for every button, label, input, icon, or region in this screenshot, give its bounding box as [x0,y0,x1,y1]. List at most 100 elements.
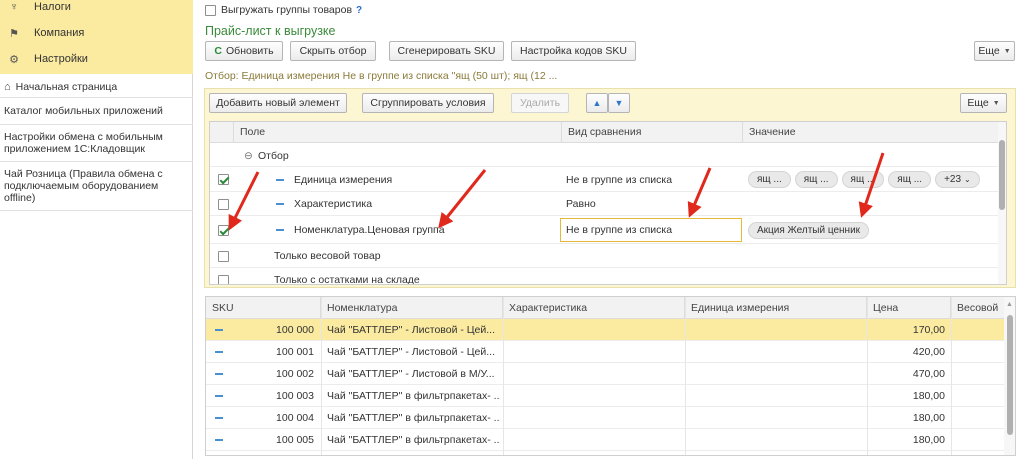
arrow-down-icon: ▼ [614,98,624,108]
filter-row-comparison[interactable]: Не в группе из списка [566,167,672,192]
filter-row-field: Характеристика [276,192,372,216]
move-down-button[interactable]: ▼ [608,93,630,113]
refresh-icon: C [214,45,223,57]
filter-row[interactable]: Характеристика Равно [210,192,998,216]
table-row[interactable]: 100 003 Чай "БАТТЛЕР" в фильтрпакетах- ..… [206,385,1004,407]
filter-scrollbar-thumb[interactable] [999,140,1005,210]
filter-row[interactable]: Единица измерения Не в группе из списка … [210,167,998,192]
col-header-sku[interactable]: SKU [206,297,321,319]
filter-group-label: Отбор [258,149,289,162]
generate-sku-button[interactable]: Сгенерировать SKU [389,41,504,61]
cell-characteristic [509,363,681,384]
filter-header-comparison[interactable]: Вид сравнения [562,122,743,143]
refresh-label: Обновить [226,45,274,57]
move-up-button[interactable]: ▲ [586,93,608,113]
sidebar-home-label: Начальная страница [15,80,118,93]
table-row[interactable]: 100 001 Чай "БАТТЛЕР" - Листовой - Цей...… [206,341,1004,363]
filter-header-field[interactable]: Поле [234,122,562,143]
filter-row-check-cell [218,216,229,244]
cell-characteristic [509,319,681,340]
row-marker-icon [215,429,225,450]
cell-unit [691,363,863,384]
filter-row-checkbox[interactable] [218,224,229,236]
filter-row-checkbox[interactable] [218,250,229,262]
filter-header-check [210,122,234,143]
cell-name: Чай "БАТТЛЕР" в фильтрпакетах- ... [327,411,499,424]
add-element-button[interactable]: Добавить новый элемент [209,93,347,113]
filter-row-comparison-editing[interactable]: Не в группе из списка [560,218,742,242]
cell-name: Чай "БАТТЛЕР" в фильтрпакетах- ... [327,389,499,402]
filter-extra-label: Только весовой товар [274,250,381,262]
hide-filter-button[interactable]: Скрыть отбор [290,41,376,61]
scroll-up-icon[interactable]: ▲ [1006,301,1013,308]
table-row[interactable]: 100 005 Чай "БАТТЛЕР" в фильтрпакетах- ..… [206,429,1004,451]
col-header-name[interactable]: Номенклатура [321,297,503,319]
filter-row[interactable]: Номенклатура.Ценовая группа Не в группе … [210,216,998,244]
col-header-price[interactable]: Цена [867,297,951,319]
more-values-pill[interactable]: +23 ⌄ [935,171,980,188]
col-header-characteristic[interactable]: Характеристика [503,297,685,319]
delete-button[interactable]: Удалить [511,93,569,113]
filter-header-value[interactable]: Значение [743,122,998,143]
filter-more-button[interactable]: Еще ▼ [960,93,1007,113]
filter-table: Поле Вид сравнения Значение ⊖ Отбор Един… [209,121,1007,285]
sidebar-section-taxes[interactable]: ♆ Налоги [0,0,193,18]
sidebar-item-tea-retail[interactable]: Чай Розница (Правила обмена с подключаем… [0,162,193,211]
filter-row-values[interactable]: ящ ... ящ ... ящ ... ящ ... +23 ⌄ [748,167,984,192]
value-pill[interactable]: ящ ... [888,171,932,188]
filter-row-comparison[interactable]: Равно [566,192,596,216]
filter-row-field-label: Номенклатура.Ценовая группа [294,224,445,236]
help-icon[interactable]: ? [356,5,362,16]
filter-row-checkbox[interactable] [218,274,229,284]
row-marker-icon [215,319,225,340]
refresh-button[interactable]: C Обновить [205,41,283,61]
collapse-icon[interactable]: ⊖ [244,144,253,167]
table-scrollbar[interactable]: ▲ [1004,297,1015,455]
cell-name: Чай "БАТТЛЕР" - Листовой - Цей... [327,323,495,336]
filter-row-checkbox[interactable] [218,174,229,185]
section-title: Прайс-лист к выгрузке [205,24,336,38]
sidebar-section-label: Компания [34,27,85,39]
table-row[interactable]: 100 002 Чай "БАТТЛЕР" - Листовой в М/У...… [206,363,1004,385]
sidebar-home[interactable]: ⌂ Начальная страница [0,76,193,98]
taxes-icon: ♆ [9,1,19,13]
filter-row-values[interactable]: Акция Желтый ценник [748,216,873,244]
value-pill[interactable]: ящ ... [841,171,885,188]
filter-row-field-label: Характеристика [294,198,373,210]
col-separator [685,297,686,455]
cell-price: 470,00 [912,367,945,380]
col-separator [867,297,868,455]
filter-summary[interactable]: Отбор: Единица измерения Не в группе из … [205,70,557,82]
sidebar-sections: ♆ Налоги ⚑ Компания ⚙ Настройки [0,0,193,74]
sidebar-section-company[interactable]: ⚑ Компания [0,22,193,44]
chevron-down-icon: ⌄ [964,175,971,184]
sidebar-item-mobile-catalog[interactable]: Каталог мобильных приложений [0,98,193,125]
flag-icon: ⚑ [9,27,19,40]
price-list-table: SKU Номенклатура Характеристика Единица … [205,296,1016,456]
value-pill[interactable]: ящ ... [748,171,791,188]
filter-row-field: Номенклатура.Ценовая группа [276,216,445,244]
filter-scrollbar[interactable] [998,122,1006,284]
sidebar: ♆ Налоги ⚑ Компания ⚙ Настройки ⌂ Началь… [0,0,193,459]
filter-group-row[interactable]: ⊖ Отбор [210,144,998,167]
cell-characteristic [509,407,681,428]
export-groups-checkbox[interactable] [205,4,216,16]
col-header-unit[interactable]: Единица измерения [685,297,867,319]
sidebar-item-warehouse-exchange[interactable]: Настройки обмена с мобильным приложением… [0,125,193,162]
filter-row-checkbox[interactable] [218,198,229,210]
table-row[interactable]: 100 004 Чай "БАТТЛЕР" в фильтрпакетах- ..… [206,407,1004,429]
cell-sku: 100 003 [276,389,314,402]
table-row[interactable]: 100 000 Чай "БАТТЛЕР" - Листовой - Цей...… [206,319,1004,341]
group-conditions-button[interactable]: Сгруппировать условия [362,93,494,113]
table-scrollbar-thumb[interactable] [1007,315,1013,435]
filter-extra-row[interactable]: Только весовой товар [210,244,998,268]
cell-name: Чай "БАТТЛЕР" в фильтрпакетах- ... [327,433,499,446]
sku-settings-button[interactable]: Настройка кодов SKU [511,41,636,61]
filter-extra-row[interactable]: Только с остатками на складе [210,268,998,284]
field-dash-icon [276,229,284,231]
sidebar-section-settings[interactable]: ⚙ Настройки [0,48,193,70]
value-pill[interactable]: Акция Желтый ценник [748,221,870,239]
filter-row-check-cell [218,167,229,192]
more-button[interactable]: Еще ▼ [974,41,1015,61]
value-pill[interactable]: ящ ... [794,171,838,188]
